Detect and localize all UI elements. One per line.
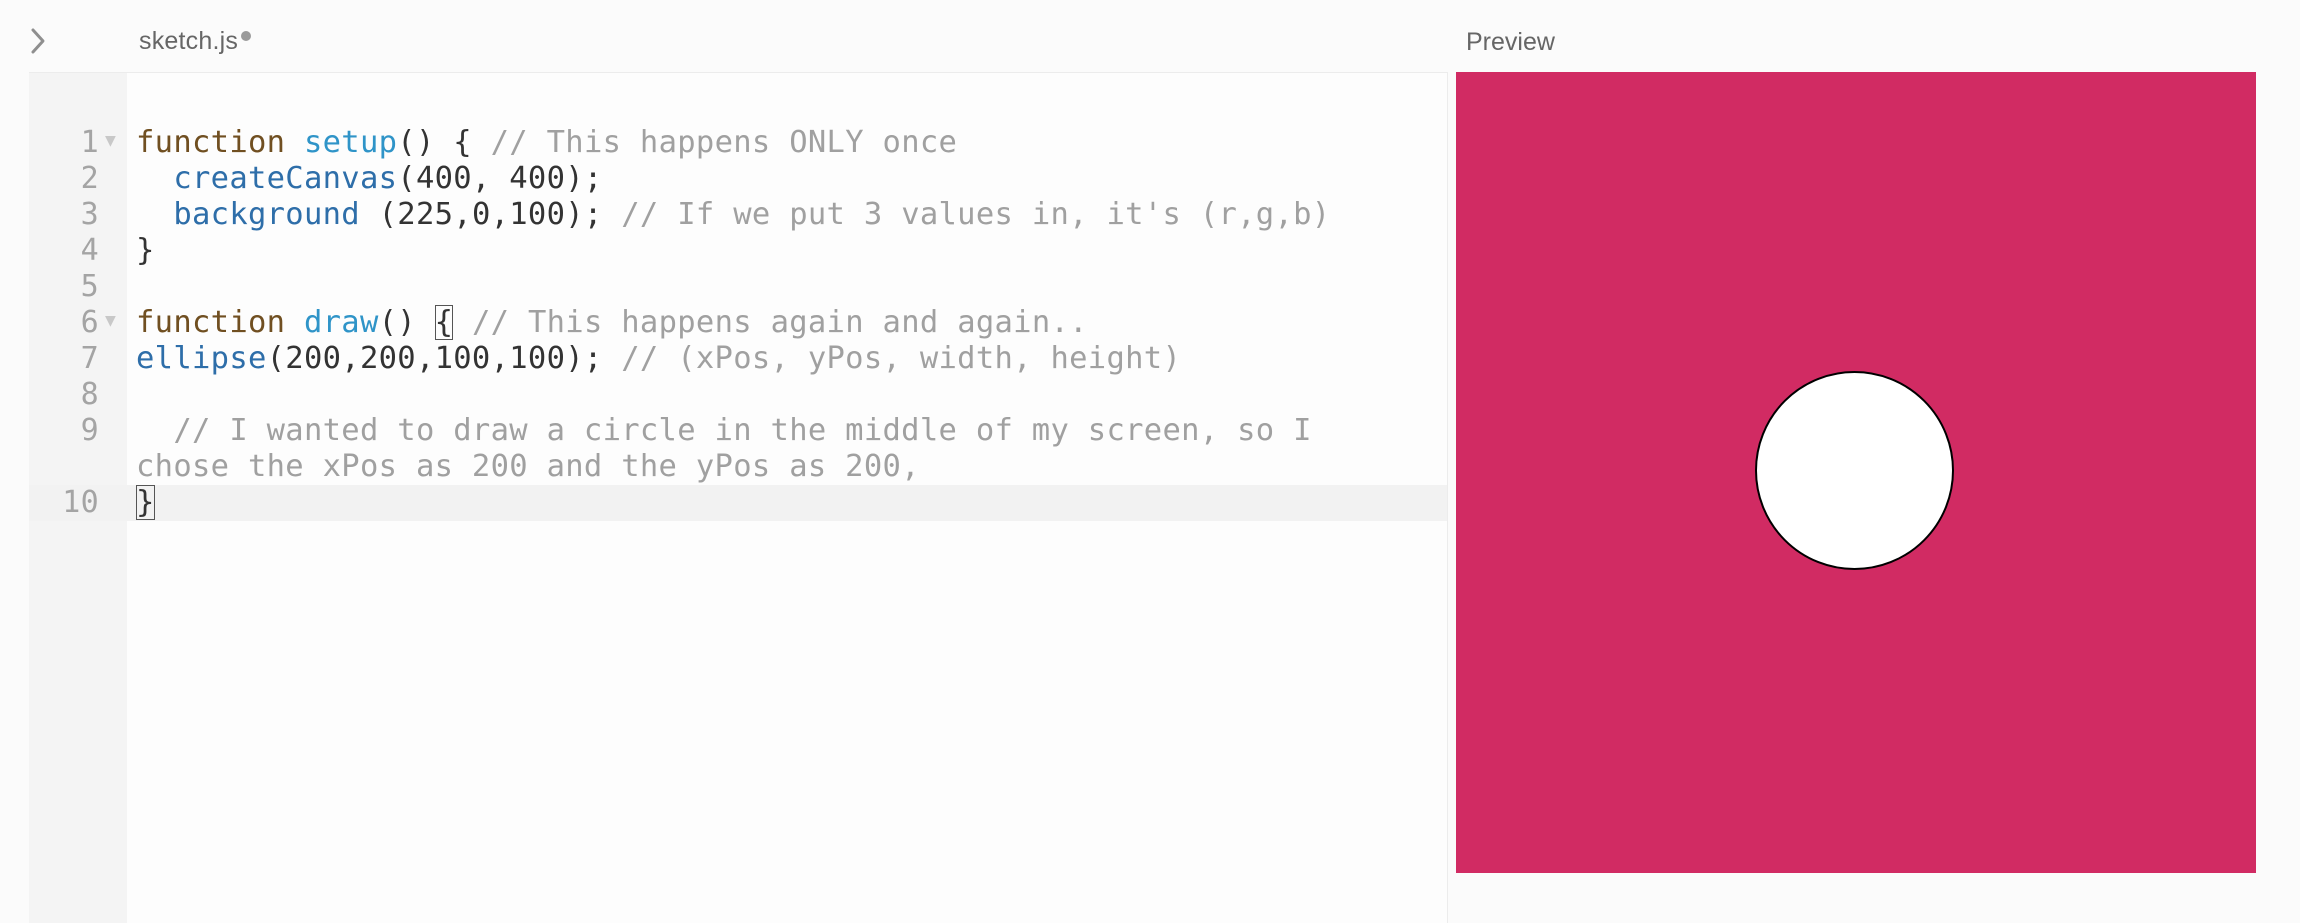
line-number: 4 <box>80 233 99 268</box>
code-text: // I wanted to draw a circle in the midd… <box>136 413 1387 485</box>
line-number: 8 <box>80 377 99 412</box>
fold-triangle-icon[interactable]: ▼ <box>105 303 116 339</box>
code-token: () { <box>397 125 491 160</box>
file-tab-label: sketch.js <box>139 27 239 55</box>
code-line[interactable]: 4} <box>29 233 1447 269</box>
code-token: } <box>136 233 155 268</box>
code-text: function draw() { // This happens again … <box>136 305 1387 341</box>
code-text: createCanvas(400, 400); <box>136 161 1387 197</box>
code-line[interactable]: 1 ▼ function setup() { // This happens ONL… <box>29 125 1447 161</box>
code-token: (400, 400); <box>397 161 603 196</box>
chevron-right-icon <box>31 28 45 54</box>
code-line[interactable]: 5 <box>29 269 1447 305</box>
code-token: function <box>136 305 304 340</box>
code-token: // This happens ONLY once <box>490 125 958 160</box>
code-line[interactable]: 7 ellipse(200,200,100,100); // (xPos, yPo… <box>29 341 1447 377</box>
line-number: 10 <box>62 485 99 520</box>
code-line[interactable]: 10} <box>29 485 1447 521</box>
code-line[interactable]: 2 createCanvas(400, 400); <box>29 161 1447 197</box>
code-token: (225,0,100); <box>359 197 622 232</box>
line-number: 5 <box>80 269 99 304</box>
code-token: setup <box>303 125 398 160</box>
sidebar-toggle-button[interactable] <box>26 26 52 56</box>
code-token: background <box>173 197 360 232</box>
file-tab[interactable]: sketch.js <box>139 27 252 59</box>
code-text: background (225,0,100); // If we put 3 v… <box>136 197 1387 233</box>
code-token: (200,200,100,100); <box>266 341 622 376</box>
code-line[interactable]: 9 // I wanted to draw a circle in the mi… <box>29 413 1447 485</box>
preview-label: Preview <box>1466 28 1555 56</box>
fold-triangle-icon[interactable]: ▼ <box>105 123 116 159</box>
ellipse-shape <box>1755 371 1954 570</box>
code-token: function <box>136 125 304 160</box>
matching-bracket: { <box>434 305 454 340</box>
code-lines[interactable]: 1 ▼ function setup() { // This happens ONL… <box>29 125 1447 521</box>
line-number: 2 <box>80 161 99 196</box>
line-number: 9 <box>80 413 99 448</box>
line-number: 7 <box>80 341 99 376</box>
line-number: 3 <box>80 197 99 232</box>
code-token: createCanvas <box>173 161 398 196</box>
code-token: // I wanted to draw a circle in the midd… <box>136 413 1331 484</box>
code-token: // This happens again and again.. <box>471 305 1088 340</box>
code-text: } <box>136 233 1387 269</box>
code-text: ellipse(200,200,100,100); // (xPos, yPos… <box>136 341 1387 377</box>
code-line[interactable]: 6 ▼ function draw() { // This happens agai… <box>29 305 1447 341</box>
code-token: // (xPos, yPos, width, height) <box>621 341 1182 376</box>
code-token: // If we put 3 values in, it's (r,g,b) <box>621 197 1331 232</box>
unsaved-indicator-icon <box>241 31 252 41</box>
code-token: () <box>378 305 435 340</box>
code-text: } <box>136 485 1387 521</box>
code-token: ellipse <box>136 341 267 376</box>
code-token: draw <box>303 305 379 340</box>
code-editor[interactable]: 1 ▼ function setup() { // This happens ONL… <box>29 72 1448 923</box>
preview-canvas <box>1456 72 2256 873</box>
matching-bracket: } <box>136 485 155 520</box>
code-line[interactable]: 8 <box>29 377 1447 413</box>
code-text: function setup() { // This happens ONLY … <box>136 125 1387 161</box>
line-number: 1 <box>80 125 99 160</box>
line-number: 6 <box>80 305 99 340</box>
code-line[interactable]: 3 background (225,0,100); // If we put 3… <box>29 197 1447 233</box>
